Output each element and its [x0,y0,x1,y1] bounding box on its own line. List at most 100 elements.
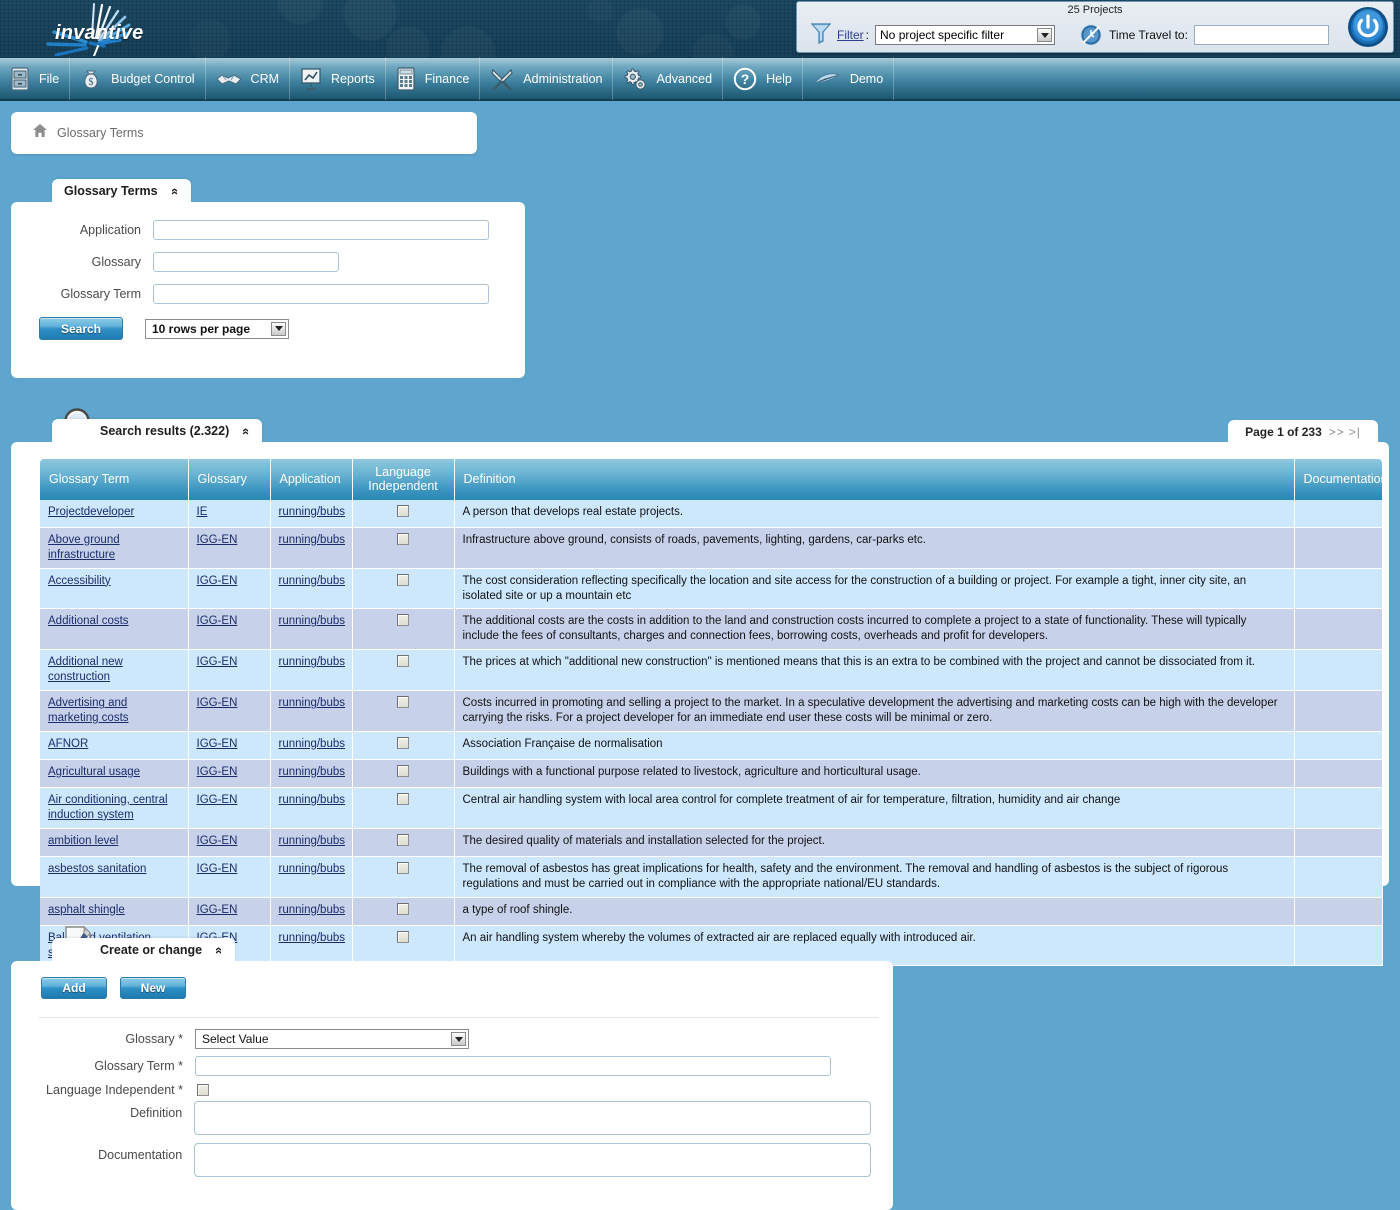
collapse-chevron-icon[interactable]: « [239,427,254,434]
application-link[interactable]: running/bubs [279,506,346,518]
language-independent-checkbox[interactable] [397,696,409,708]
glossary-link[interactable]: IE [197,506,208,518]
menu-item-crm[interactable]: CRM [206,57,290,100]
cell-application: running/bubs [270,650,352,691]
language-independent-checkbox[interactable] [397,505,409,517]
glossary-term-link[interactable]: Accessibility [48,575,111,587]
application-link[interactable]: running/bubs [279,904,346,916]
language-independent-checkbox[interactable] [397,655,409,667]
column-header-glossary-term[interactable]: Glossary Term [40,459,188,500]
application-input[interactable] [153,220,489,240]
chevron-down-icon[interactable] [271,322,286,336]
pager-last-button[interactable]: >| [1349,425,1361,439]
logout-power-button[interactable] [1347,6,1389,48]
column-header-glossary[interactable]: Glossary [188,459,270,500]
chevron-down-icon[interactable] [451,1032,466,1046]
glossary-term-link[interactable]: Additional new construction [48,656,123,683]
application-link[interactable]: running/bubs [279,932,346,944]
glossary-term-link[interactable]: asbestos sanitation [48,863,146,875]
language-independent-checkbox[interactable] [397,765,409,777]
language-independent-checkbox[interactable] [397,834,409,846]
glossary-term-link[interactable]: Air conditioning, central induction syst… [48,794,168,821]
language-independent-checkbox[interactable] [397,533,409,545]
menu-item-budget-control[interactable]: $ Budget Control [70,57,205,100]
cell-application: running/bubs [270,732,352,760]
project-filter-select[interactable]: No project specific filter [875,25,1055,45]
glossary-term-input[interactable] [153,284,489,304]
tab-glossary-terms[interactable]: Glossary Terms « [52,179,191,203]
filter-link[interactable]: Filter [837,28,864,42]
glossary-term-link[interactable]: AFNOR [48,738,88,750]
glossary-link[interactable]: IGG-EN [197,835,238,847]
menu-label: Reports [331,72,375,86]
pager-next-button[interactable]: >> [1329,425,1345,439]
collapse-chevron-icon[interactable]: « [168,187,183,194]
column-header-documentation[interactable]: Documentation [1294,459,1382,500]
menu-item-file[interactable]: File [0,57,70,100]
tab-search-results[interactable]: Search results (2.322) « [52,419,262,443]
application-link[interactable]: running/bubs [279,738,346,750]
glossary-link[interactable]: IGG-EN [197,794,238,806]
language-independent-checkbox[interactable] [397,862,409,874]
cell-glossary-term: Advertising and marketing costs [40,691,188,732]
language-independent-checkbox[interactable] [397,614,409,626]
menu-item-demo[interactable]: Demo [803,57,894,100]
menu-label: Demo [850,72,883,86]
column-header-application[interactable]: Application [270,459,352,500]
glossary-input[interactable] [153,252,339,272]
language-independent-checkbox[interactable] [397,574,409,586]
glossary-term-link[interactable]: ambition level [48,835,118,847]
glossary-term-link[interactable]: Projectdeveloper [48,506,134,518]
new-button[interactable]: New [120,977,186,999]
application-link[interactable]: running/bubs [279,863,346,875]
glossary-link[interactable]: IGG-EN [197,656,238,668]
glossary-link[interactable]: IGG-EN [197,738,238,750]
home-icon[interactable] [33,124,47,142]
menu-item-finance[interactable]: Finance [386,57,480,100]
tab-create-or-change[interactable]: Create or change « [52,938,235,962]
glossary-link[interactable]: IGG-EN [197,575,238,587]
column-header-definition[interactable]: Definition [454,459,1294,500]
application-link[interactable]: running/bubs [279,766,346,778]
create-language-independent-checkbox[interactable] [197,1084,209,1096]
language-independent-checkbox[interactable] [397,793,409,805]
application-link[interactable]: running/bubs [279,656,346,668]
language-independent-checkbox[interactable] [397,931,409,943]
glossary-link[interactable]: IGG-EN [197,534,238,546]
time-travel-input[interactable] [1194,25,1329,45]
add-button[interactable]: Add [41,977,107,999]
language-independent-checkbox[interactable] [397,737,409,749]
glossary-term-link[interactable]: Agricultural usage [48,766,140,778]
glossary-link[interactable]: IGG-EN [197,863,238,875]
collapse-chevron-icon[interactable]: « [212,946,227,953]
menu-item-reports[interactable]: Reports [290,57,386,100]
menu-item-advanced[interactable]: Advanced [613,57,723,100]
glossary-link[interactable]: IGG-EN [197,766,238,778]
application-link[interactable]: running/bubs [279,575,346,587]
glossary-link[interactable]: IGG-EN [197,697,238,709]
application-link[interactable]: running/bubs [279,794,346,806]
question-mark-icon: ? [733,67,757,91]
menu-item-help[interactable]: ? Help [723,57,803,100]
create-glossary-term-input[interactable] [195,1056,831,1076]
language-independent-checkbox[interactable] [397,903,409,915]
create-definition-textarea[interactable] [194,1101,871,1135]
column-header-language-independent[interactable]: Language Independent [352,459,454,500]
glossary-link[interactable]: IGG-EN [197,615,238,627]
breadcrumb-text[interactable]: Glossary Terms [57,126,144,140]
create-documentation-textarea[interactable] [194,1143,871,1177]
menu-item-administration[interactable]: Administration [480,57,613,100]
glossary-term-link[interactable]: Above ground infrastructure [48,534,120,561]
chevron-down-icon[interactable] [1037,28,1052,42]
application-link[interactable]: running/bubs [279,697,346,709]
application-link[interactable]: running/bubs [279,615,346,627]
application-link[interactable]: running/bubs [279,534,346,546]
glossary-term-link[interactable]: Additional costs [48,615,129,627]
rows-per-page-select[interactable]: 10 rows per page [145,319,289,339]
glossary-term-link[interactable]: Advertising and marketing costs [48,697,129,724]
glossary-term-link[interactable]: asphalt shingle [48,904,125,916]
search-button[interactable]: Search [39,317,123,340]
create-glossary-select[interactable]: Select Value [195,1029,469,1049]
glossary-link[interactable]: IGG-EN [197,904,238,916]
application-link[interactable]: running/bubs [279,835,346,847]
